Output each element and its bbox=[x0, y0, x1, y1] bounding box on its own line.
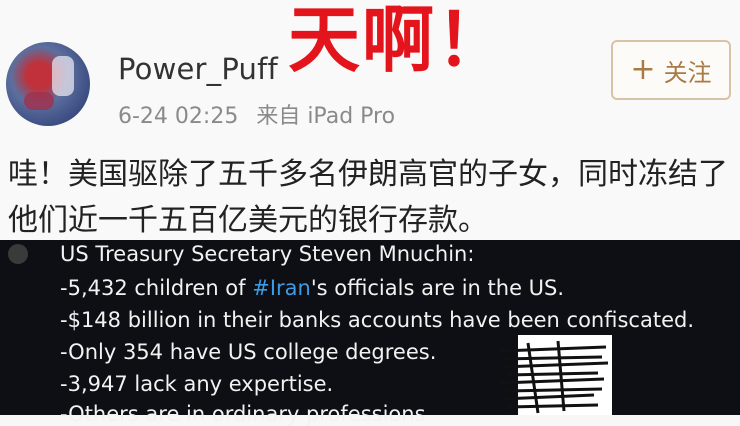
quote-line-2-pre: -5,432 children of bbox=[60, 276, 253, 300]
redaction-scribble bbox=[499, 335, 612, 415]
post-body-text: 哇！美国驱除了五千多名伊朗高官的子女，同时冻结了他们近一千五百亿美元的银行存款。 bbox=[8, 157, 728, 238]
user-avatar[interactable] bbox=[6, 42, 90, 126]
quote-line-3: -$148 billion in their banks accounts ha… bbox=[60, 308, 694, 332]
avatar-figure bbox=[52, 56, 74, 96]
follow-label: 关注 bbox=[663, 58, 712, 87]
quote-line-5: -3,947 lack any expertise. bbox=[60, 372, 334, 396]
plus-icon: + bbox=[630, 52, 656, 87]
quote-line-2: -5,432 children of #Iran's officials are… bbox=[60, 276, 564, 300]
post-meta: 6-24 02:25 来自 iPad Pro bbox=[118, 98, 413, 130]
post-source: 来自 iPad Pro bbox=[256, 104, 396, 129]
overlay-exclamation: 天啊！ bbox=[288, 0, 511, 82]
username-link[interactable]: Power_Puff bbox=[118, 52, 278, 86]
weibo-post-card: Power_Puff 6-24 02:25 来自 iPad Pro 天啊！ + 关… bbox=[0, 0, 740, 426]
post-timestamp[interactable]: 6-24 02:25 bbox=[118, 104, 238, 129]
avatar-accent bbox=[24, 92, 54, 110]
quote-avatar-icon bbox=[8, 244, 28, 264]
iran-hashtag-link[interactable]: #Iran bbox=[252, 276, 311, 300]
quote-line-2-post: 's officials are in the US. bbox=[310, 276, 565, 300]
quote-line-1: US Treasury Secretary Steven Mnuchin: bbox=[60, 242, 475, 266]
quote-line-4: -Only 354 have US college degrees. bbox=[60, 340, 437, 364]
follow-button[interactable]: + 关注 bbox=[611, 40, 731, 100]
embedded-quote-image[interactable]: US Treasury Secretary Steven Mnuchin: -5… bbox=[0, 240, 740, 426]
quote-line-6: -Others are in ordinary professions bbox=[60, 402, 426, 426]
